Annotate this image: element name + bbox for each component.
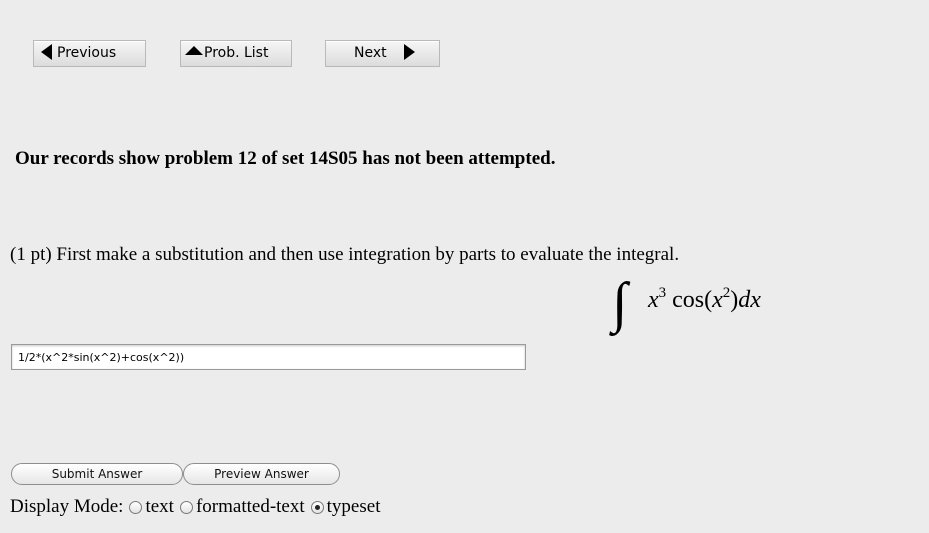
left-arrow-icon xyxy=(41,44,52,60)
display-mode-option-text[interactable]: text xyxy=(123,496,174,518)
radio-text-label: text xyxy=(145,496,174,517)
submit-answer-button[interactable]: Submit Answer xyxy=(11,463,183,485)
right-arrow-icon xyxy=(403,44,415,60)
display-mode-option-formatted-text[interactable]: formatted-text xyxy=(174,496,305,518)
display-mode-label: Display Mode: xyxy=(10,496,124,517)
preview-answer-button[interactable]: Preview Answer xyxy=(183,463,340,485)
integral-sign: ∫ xyxy=(612,272,628,334)
prob-list-button[interactable]: Prob. List xyxy=(180,40,292,67)
display-mode-row: Display Mode: text formatted-text typese… xyxy=(10,496,380,518)
next-button[interactable]: Next xyxy=(325,40,440,67)
radio-typeset[interactable] xyxy=(310,500,324,514)
display-mode-option-typeset[interactable]: typeset xyxy=(305,496,381,518)
next-label: Next xyxy=(354,45,387,61)
radio-formatted-text-label: formatted-text xyxy=(195,496,305,517)
previous-label: Previous xyxy=(57,45,117,61)
radio-typeset-label: typeset xyxy=(326,496,381,517)
radio-formatted-text[interactable] xyxy=(179,500,193,514)
radio-text[interactable] xyxy=(129,500,143,514)
integrand: x3 cos(x2)dx xyxy=(648,285,761,314)
prob-list-label: Prob. List xyxy=(204,45,269,61)
previous-button[interactable]: Previous xyxy=(33,40,146,67)
up-arrow-icon xyxy=(185,45,203,55)
answer-input[interactable] xyxy=(11,344,526,370)
attempt-status-message: Our records show problem 12 of set 14S05… xyxy=(15,148,556,169)
problem-statement: (1 pt) First make a substitution and the… xyxy=(10,244,680,265)
